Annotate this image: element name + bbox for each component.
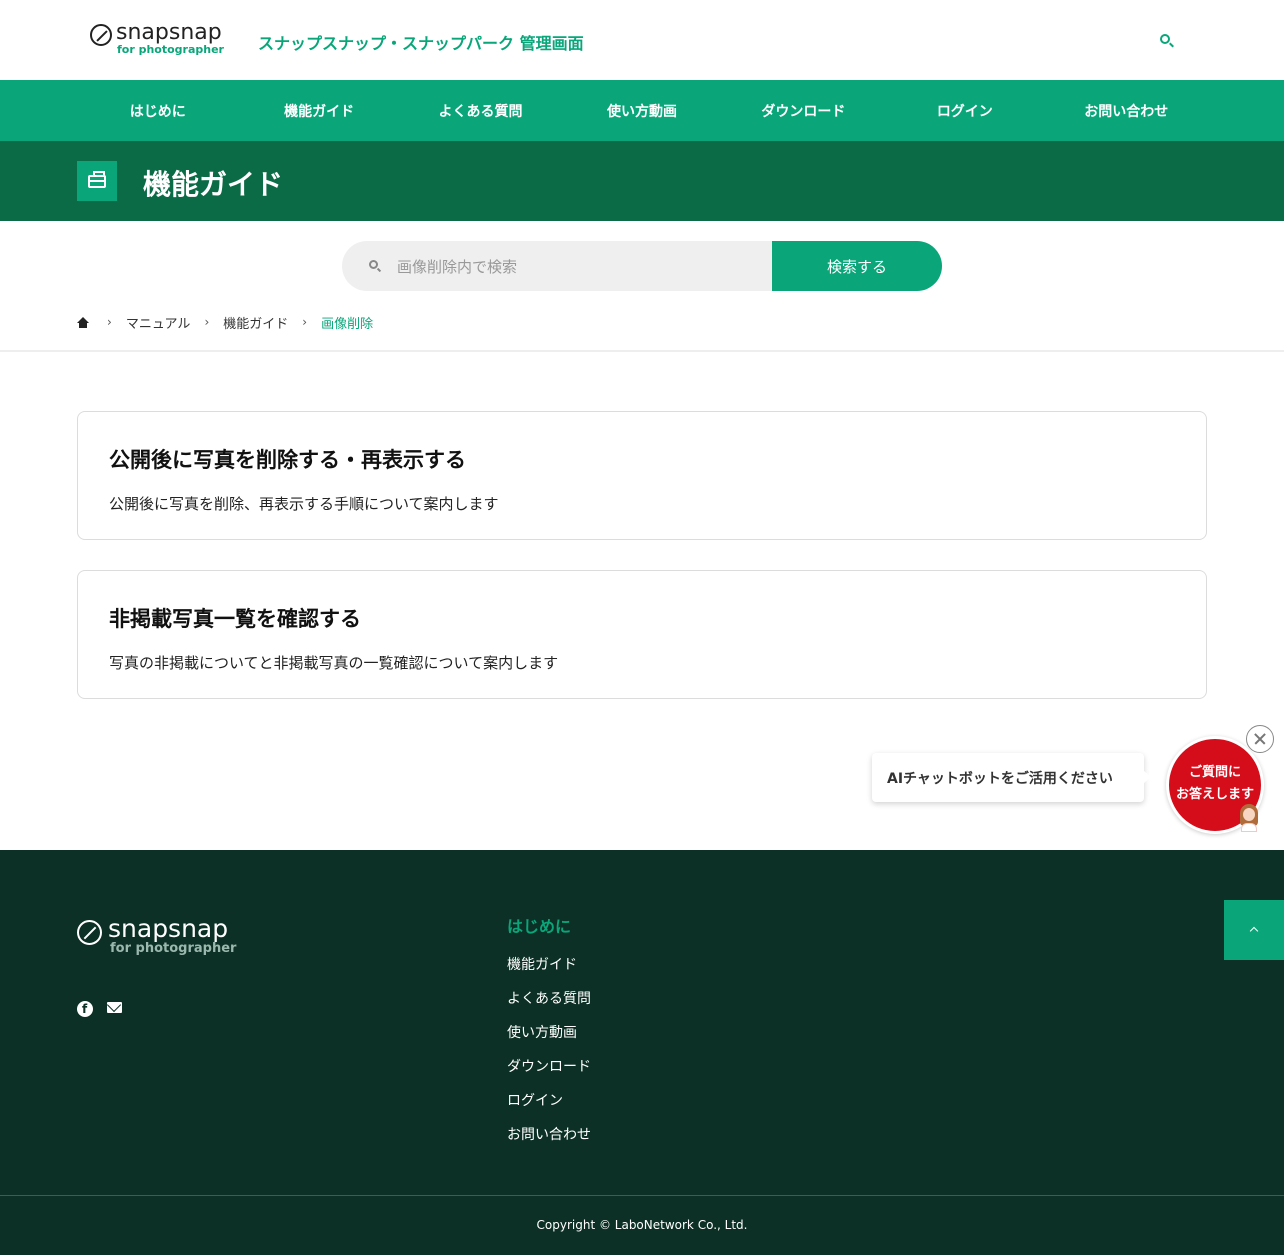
footer-divider bbox=[0, 1195, 1284, 1196]
search-placeholder: 画像削除内で検索 bbox=[397, 257, 518, 276]
footer-logo-subtitle: for photographer bbox=[110, 941, 237, 956]
page-title: 機能ガイド bbox=[143, 168, 284, 201]
breadcrumb-manual[interactable]: マニュアル bbox=[126, 313, 191, 332]
chatbot-avatar-icon bbox=[1238, 804, 1260, 832]
article-card-title: 公開後に写真を削除する・再表示する bbox=[109, 448, 466, 472]
article-card[interactable]: 非掲載写真一覧を確認する 写真の非掲載についてと非掲載写真の一覧確認について案内… bbox=[77, 570, 1207, 699]
home-icon[interactable] bbox=[77, 316, 89, 328]
chatbot-prompt-bubble[interactable]: AIチャットボットをご活用ください bbox=[872, 753, 1151, 802]
footer-logo-mark-icon bbox=[77, 920, 102, 945]
breadcrumb-separator: › bbox=[107, 315, 112, 329]
mail-icon[interactable] bbox=[107, 1002, 122, 1013]
back-to-top-button[interactable] bbox=[1224, 900, 1284, 960]
nav-item-feature-guide[interactable]: 機能ガイド bbox=[238, 80, 399, 141]
toolbox-icon bbox=[77, 161, 117, 201]
footer-heading-intro[interactable]: はじめに bbox=[507, 913, 571, 937]
nav-item-download[interactable]: ダウンロード bbox=[723, 80, 884, 141]
search-icon[interactable] bbox=[1159, 33, 1175, 49]
footer-link-login[interactable]: ログイン bbox=[507, 1090, 591, 1124]
search-form: 画像削除内で検索 検索する bbox=[342, 241, 942, 291]
search-button[interactable]: 検索する bbox=[772, 241, 942, 291]
logo-mark-icon bbox=[90, 24, 112, 46]
footer-link-videos[interactable]: 使い方動画 bbox=[507, 1022, 591, 1056]
footer-link-download[interactable]: ダウンロード bbox=[507, 1056, 591, 1090]
footer-link-contact[interactable]: お問い合わせ bbox=[507, 1124, 591, 1158]
breadcrumb-current: 画像削除 bbox=[321, 316, 374, 332]
search-field-icon bbox=[369, 260, 382, 273]
global-nav: はじめに 機能ガイド よくある質問 使い方動画 ダウンロード ログイン お問い合… bbox=[0, 80, 1284, 141]
facebook-icon[interactable]: f bbox=[77, 1001, 93, 1017]
logo-subtitle: for photographer bbox=[117, 43, 224, 56]
chatbot-label-line1: ご質問に bbox=[1188, 765, 1241, 780]
page-banner: 機能ガイド bbox=[0, 141, 1284, 221]
chatbot-label-line2: お答えします bbox=[1175, 787, 1254, 802]
footer-logo-wordmark: snapsnap bbox=[108, 914, 229, 943]
site-title[interactable]: スナップスナップ・スナップパーク 管理画面 bbox=[258, 30, 584, 54]
header-divider bbox=[0, 350, 1284, 352]
nav-item-faq[interactable]: よくある質問 bbox=[400, 80, 561, 141]
nav-item-videos[interactable]: 使い方動画 bbox=[561, 80, 722, 141]
article-card[interactable]: 公開後に写真を削除する・再表示する 公開後に写真を削除、再表示する手順について案… bbox=[77, 411, 1207, 540]
breadcrumb-separator: › bbox=[302, 315, 308, 329]
nav-item-intro[interactable]: はじめに bbox=[77, 80, 238, 141]
copyright-text: Copyright © LaboNetwork Co., Ltd. bbox=[536, 1218, 748, 1232]
footer-links: 機能ガイド よくある質問 使い方動画 ダウンロード ログイン お問い合わせ bbox=[507, 954, 591, 1158]
breadcrumb-feature-guide[interactable]: 機能ガイド bbox=[223, 313, 288, 332]
search-input[interactable]: 画像削除内で検索 bbox=[342, 241, 772, 291]
article-card-description: 公開後に写真を削除、再表示する手順について案内します bbox=[109, 495, 499, 513]
breadcrumb: › マニュアル › 機能ガイド › 画像削除 bbox=[77, 312, 373, 332]
logo-wordmark: snapsnap bbox=[116, 20, 222, 45]
footer-logo[interactable]: snapsnap for photographer bbox=[77, 914, 237, 961]
site-footer: snapsnap for photographer f はじめに 機能ガイド よ… bbox=[0, 850, 1284, 1255]
article-card-title: 非掲載写真一覧を確認する bbox=[109, 607, 361, 631]
nav-item-contact[interactable]: お問い合わせ bbox=[1046, 80, 1207, 141]
nav-item-login[interactable]: ログイン bbox=[884, 80, 1045, 141]
chatbot-close-icon[interactable] bbox=[1246, 725, 1274, 753]
footer-link-faq[interactable]: よくある質問 bbox=[507, 988, 591, 1022]
site-header: snapsnap for photographer スナップスナップ・スナップパ… bbox=[0, 0, 1284, 80]
article-card-description: 写真の非掲載についてと非掲載写真の一覧確認について案内します bbox=[109, 654, 559, 672]
footer-link-feature-guide[interactable]: 機能ガイド bbox=[507, 954, 591, 988]
breadcrumb-separator: › bbox=[204, 315, 210, 329]
snapsnap-logo[interactable]: snapsnap for photographer bbox=[90, 20, 230, 60]
